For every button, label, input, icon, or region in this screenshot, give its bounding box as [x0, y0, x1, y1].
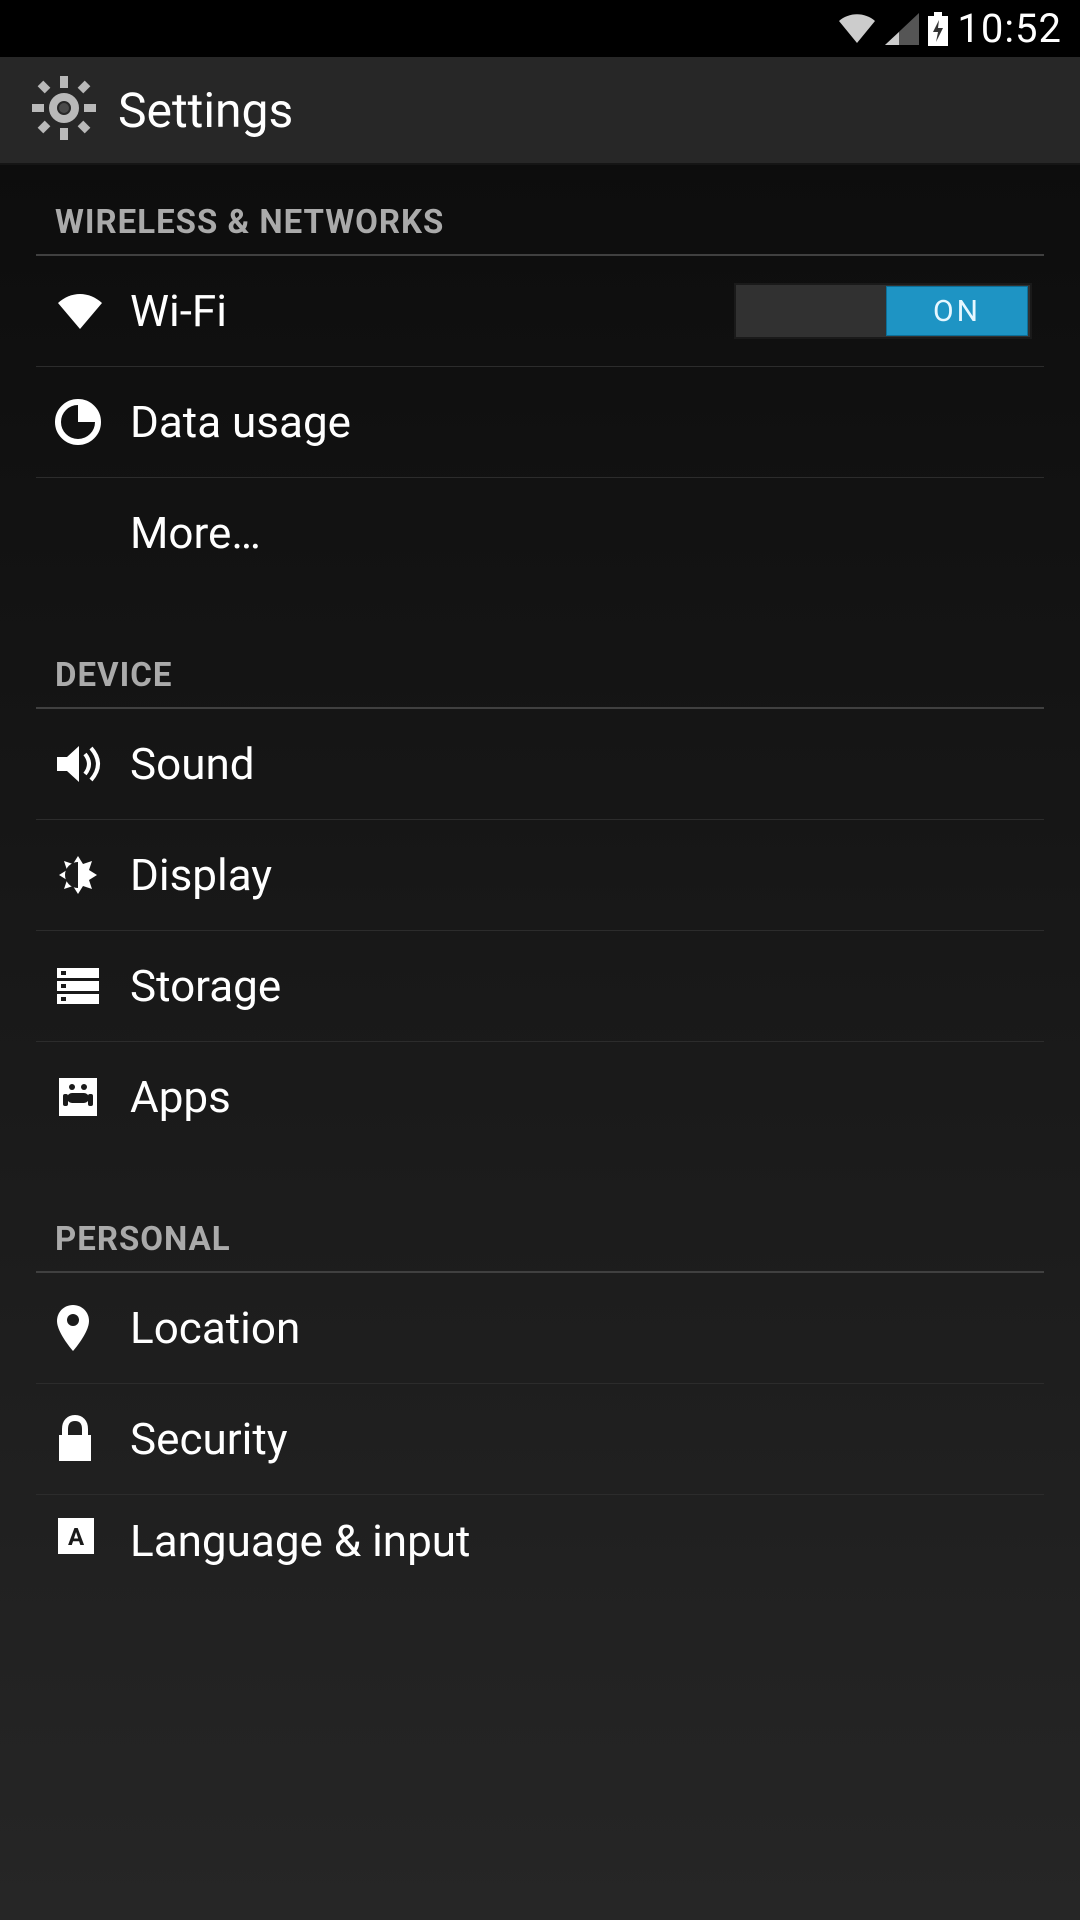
- display-icon: [55, 852, 130, 898]
- app-header: Settings: [0, 57, 1080, 165]
- settings-item-location[interactable]: Location: [0, 1273, 1080, 1383]
- settings-item-storage[interactable]: Storage: [0, 931, 1080, 1041]
- status-bar: 10:52: [0, 0, 1080, 57]
- settings-item-apps[interactable]: Apps: [0, 1042, 1080, 1152]
- settings-item-label: Display: [130, 849, 272, 901]
- wifi-status-icon: [837, 13, 877, 45]
- battery-status-icon: [927, 12, 949, 46]
- lock-icon: [55, 1415, 130, 1463]
- settings-item-label: Sound: [130, 738, 255, 790]
- section-header-device: DEVICE: [0, 618, 1080, 707]
- settings-item-label: Security: [130, 1413, 288, 1465]
- data-usage-icon: [55, 399, 130, 445]
- settings-item-security[interactable]: Security: [0, 1384, 1080, 1494]
- section-header-wireless: WIRELESS & NETWORKS: [0, 165, 1080, 254]
- settings-item-more[interactable]: More…: [0, 478, 1080, 588]
- settings-item-label: Location: [130, 1302, 300, 1354]
- location-icon: [55, 1303, 130, 1353]
- settings-item-label: Apps: [130, 1071, 231, 1123]
- settings-item-label: Data usage: [130, 396, 351, 448]
- toggle-knob: ON: [886, 286, 1028, 336]
- settings-item-wifi[interactable]: Wi-Fi ON: [0, 256, 1080, 366]
- wifi-icon: [55, 291, 130, 331]
- svg-text:A: A: [68, 1523, 85, 1551]
- status-time: 10:52: [957, 5, 1062, 52]
- gear-icon: [30, 74, 98, 146]
- settings-list: WIRELESS & NETWORKS Wi-Fi ON Data usage …: [0, 165, 1080, 1920]
- settings-item-label: Language & input: [130, 1515, 470, 1567]
- settings-item-language[interactable]: A Language & input: [0, 1495, 1080, 1575]
- settings-item-sound[interactable]: Sound: [0, 709, 1080, 819]
- settings-item-label: Wi-Fi: [130, 285, 227, 337]
- settings-item-display[interactable]: Display: [0, 820, 1080, 930]
- signal-status-icon: [885, 13, 919, 45]
- settings-item-label: More…: [130, 507, 261, 559]
- apps-icon: [55, 1074, 130, 1120]
- wifi-toggle[interactable]: ON: [734, 283, 1032, 339]
- storage-icon: [55, 966, 130, 1006]
- page-title: Settings: [118, 82, 293, 139]
- settings-item-data-usage[interactable]: Data usage: [0, 367, 1080, 477]
- section-header-personal: PERSONAL: [0, 1182, 1080, 1271]
- sound-icon: [55, 742, 130, 786]
- settings-item-label: Storage: [130, 960, 281, 1012]
- language-icon: A: [55, 1515, 130, 1557]
